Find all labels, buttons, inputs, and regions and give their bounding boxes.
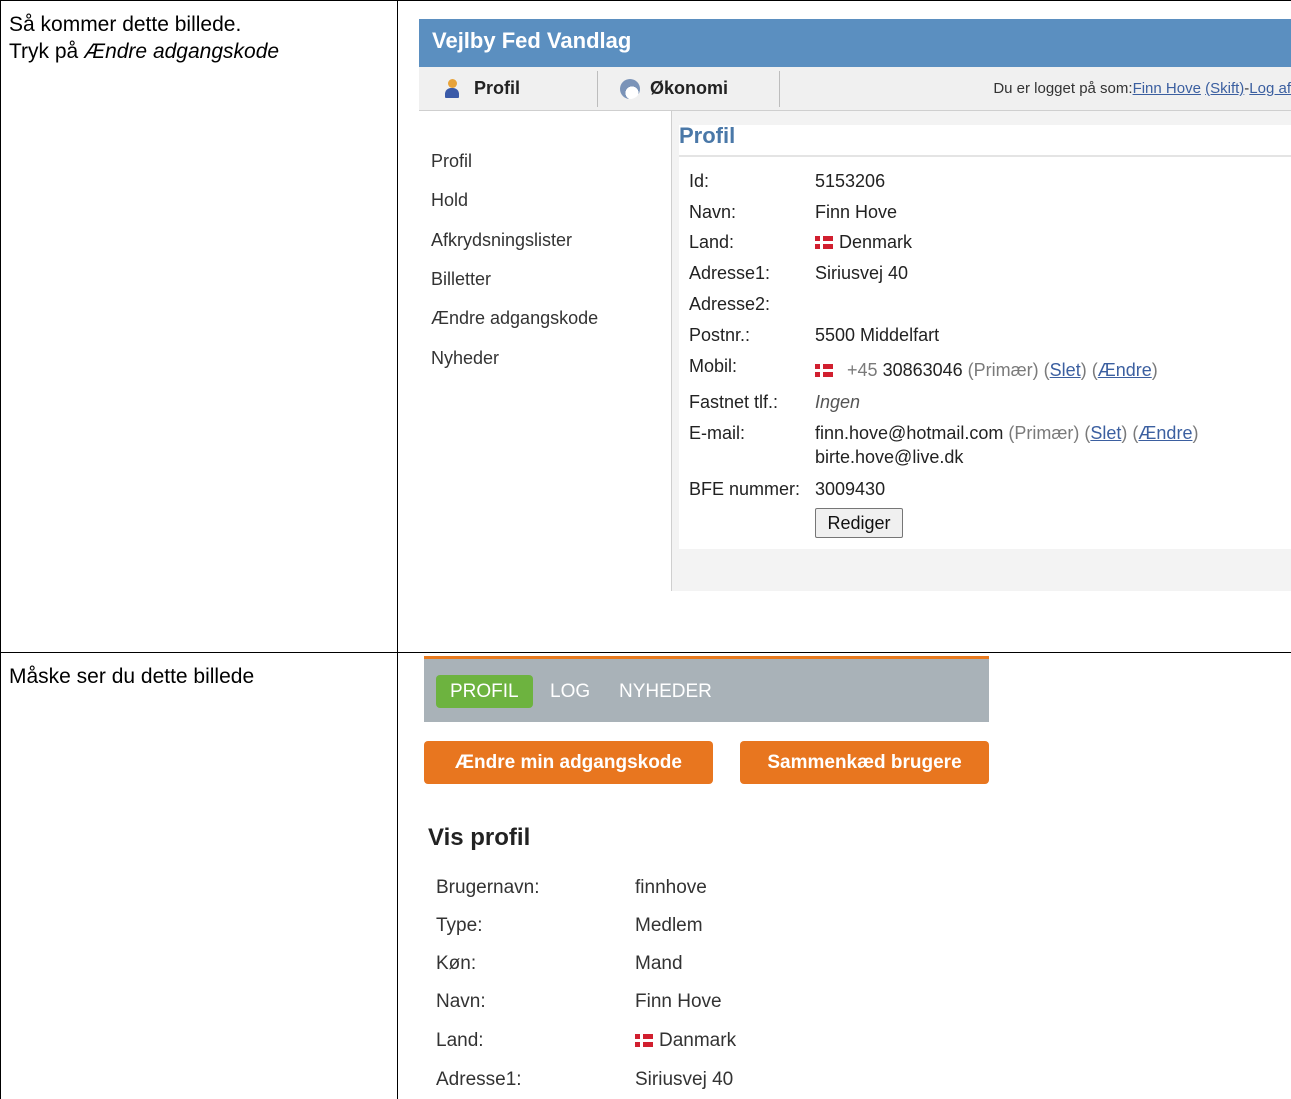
email-change-link[interactable]: Ændre [1138, 423, 1192, 443]
field-label-id: Id: [689, 171, 710, 191]
sidebar-item-afkrydsningslister[interactable]: Afkrydsningslister [431, 230, 572, 251]
sidebar-menu: Profil Hold Afkrydsningslister Billetter… [419, 111, 671, 591]
panel-title: Profil [679, 123, 736, 148]
row-label-country: Land: [436, 1030, 484, 1051]
tab-divider [597, 71, 598, 107]
row-label-username: Brugernavn: [436, 877, 540, 898]
login-status: Du er logget på som: Finn Hove (Skift) -… [993, 67, 1291, 110]
field-value-id: 5153206 [815, 171, 886, 191]
row2-left-cell: Måske ser du dette billede [0, 652, 398, 1099]
mobile-change-link[interactable]: Ændre [1098, 360, 1152, 380]
edit-button[interactable]: Rediger [815, 508, 903, 538]
row1-instruction-prefix: Tryk på [9, 40, 85, 63]
sidebar-item-hold[interactable]: Hold [431, 190, 468, 211]
field-value-landline: Ingen [815, 392, 861, 412]
field-label-bfe: BFE nummer: [689, 479, 801, 499]
country-text: Danmark [659, 1030, 737, 1051]
panel-title-rule [679, 155, 1291, 157]
mobile-delete-link[interactable]: Slet [1050, 360, 1081, 380]
tab-profil[interactable]: Profil [444, 67, 520, 110]
field-label-address2: Adresse2: [689, 294, 771, 314]
row-value-username: finnhove [635, 877, 707, 898]
tab-profil-label: Profil [474, 78, 521, 98]
link-users-button[interactable]: Sammenkæd brugere [740, 741, 989, 784]
row1-instruction-line2: Tryk på Ændre adgangskode [9, 38, 398, 65]
field-value-email-primary: finn.hove@hotmail.com (Primær) (Slet) (Æ… [815, 423, 1199, 443]
row-value-gender: Mand [635, 953, 683, 974]
denmark-flag-icon [635, 1034, 653, 1047]
person-icon [444, 78, 460, 99]
field-value-name: Finn Hove [815, 202, 898, 222]
row-value-type: Medlem [635, 915, 703, 936]
tab-okonomi[interactable]: Økonomi [620, 67, 728, 110]
field-label-country: Land: [689, 232, 735, 252]
email-delete-link[interactable]: Slet [1090, 423, 1121, 443]
tab-nyheder[interactable]: NYHEDER [619, 675, 712, 708]
email-primary-tag: (Primær) [1008, 423, 1080, 443]
country-text: Denmark [839, 232, 913, 252]
field-value-country: Denmark [815, 232, 912, 253]
profile-main-area: Profil [672, 111, 1291, 591]
field-value-bfe: 3009430 [815, 479, 886, 499]
row-label-name: Navn: [436, 991, 486, 1012]
nav-bar: PROFIL LOG NYHEDER [424, 659, 989, 722]
denmark-flag-icon [815, 236, 833, 249]
mobile-primary-tag: (Primær) [967, 360, 1039, 380]
logout-link[interactable]: Log af [1249, 80, 1291, 97]
switch-user-link[interactable]: (Skift) [1205, 80, 1244, 97]
economy-icon [620, 78, 640, 99]
tab-divider [779, 71, 780, 107]
login-prefix: Du er logget på som: [993, 80, 1133, 97]
field-value-zip: 5500 Middelfart [815, 325, 940, 345]
user-link[interactable]: Finn Hove [1133, 80, 1201, 97]
row-value-address1: Siriusvej 40 [635, 1069, 734, 1090]
field-label-email: E-mail: [689, 423, 746, 443]
denmark-flag-icon [815, 364, 833, 377]
top-tab-bar: Profil Økonomi Du er logget på som: Finn… [419, 67, 1291, 111]
sidebar-item-profil[interactable]: Profil [431, 151, 472, 172]
tab-profil-active[interactable]: PROFIL [436, 675, 533, 708]
field-label-name: Navn: [689, 202, 737, 222]
row-value-country: Danmark [635, 1030, 736, 1052]
field-value-email-secondary: birte.hove@live.dk [815, 447, 964, 467]
profile-heading: Vis profil [428, 824, 531, 851]
screenshot-alt-profile-page: PROFIL LOG NYHEDER Ændre min adgangskode… [419, 656, 989, 1099]
app-title: Vejlby Fed Vandlag [432, 28, 632, 53]
sidebar-item-change-password[interactable]: Ændre adgangskode [431, 308, 598, 329]
mobile-number: 30863046 [882, 360, 963, 380]
tab-okonomi-label: Økonomi [650, 78, 729, 98]
screenshot-profile-page: Vejlby Fed Vandlag Profil Økonomi Du er … [419, 19, 1291, 591]
field-value-address1: Siriusvej 40 [815, 263, 909, 283]
app-header: Vejlby Fed Vandlag [419, 19, 1291, 67]
row2-instruction: Måske ser du dette billede [9, 665, 255, 688]
field-label-mobile: Mobil: [689, 356, 738, 376]
row-value-name: Finn Hove [635, 991, 722, 1012]
sidebar-item-billetter[interactable]: Billetter [431, 269, 491, 290]
row1-instruction-emphasis: Ændre adgangskode [84, 40, 280, 63]
row1-left-cell: Så kommer dette billede. Tryk på Ændre a… [0, 0, 398, 653]
row-label-type: Type: [436, 915, 483, 936]
mobile-country-code: +45 [847, 360, 878, 380]
sidebar-item-nyheder[interactable]: Nyheder [431, 348, 499, 369]
row1-instruction-line1: Så kommer dette billede. [9, 13, 242, 36]
field-value-mobile: +45 30863046 (Primær) (Slet) (Ændre) [815, 360, 1158, 381]
field-label-landline: Fastnet tlf.: [689, 392, 779, 412]
row-label-gender: Køn: [436, 953, 477, 974]
row-label-address1: Adresse1: [436, 1069, 522, 1090]
email-primary: finn.hove@hotmail.com [815, 423, 1004, 443]
field-label-address1: Adresse1: [689, 263, 771, 283]
field-label-zip: Postnr.: [689, 325, 751, 345]
tab-log[interactable]: LOG [550, 675, 590, 708]
change-password-button[interactable]: Ændre min adgangskode [424, 741, 713, 784]
